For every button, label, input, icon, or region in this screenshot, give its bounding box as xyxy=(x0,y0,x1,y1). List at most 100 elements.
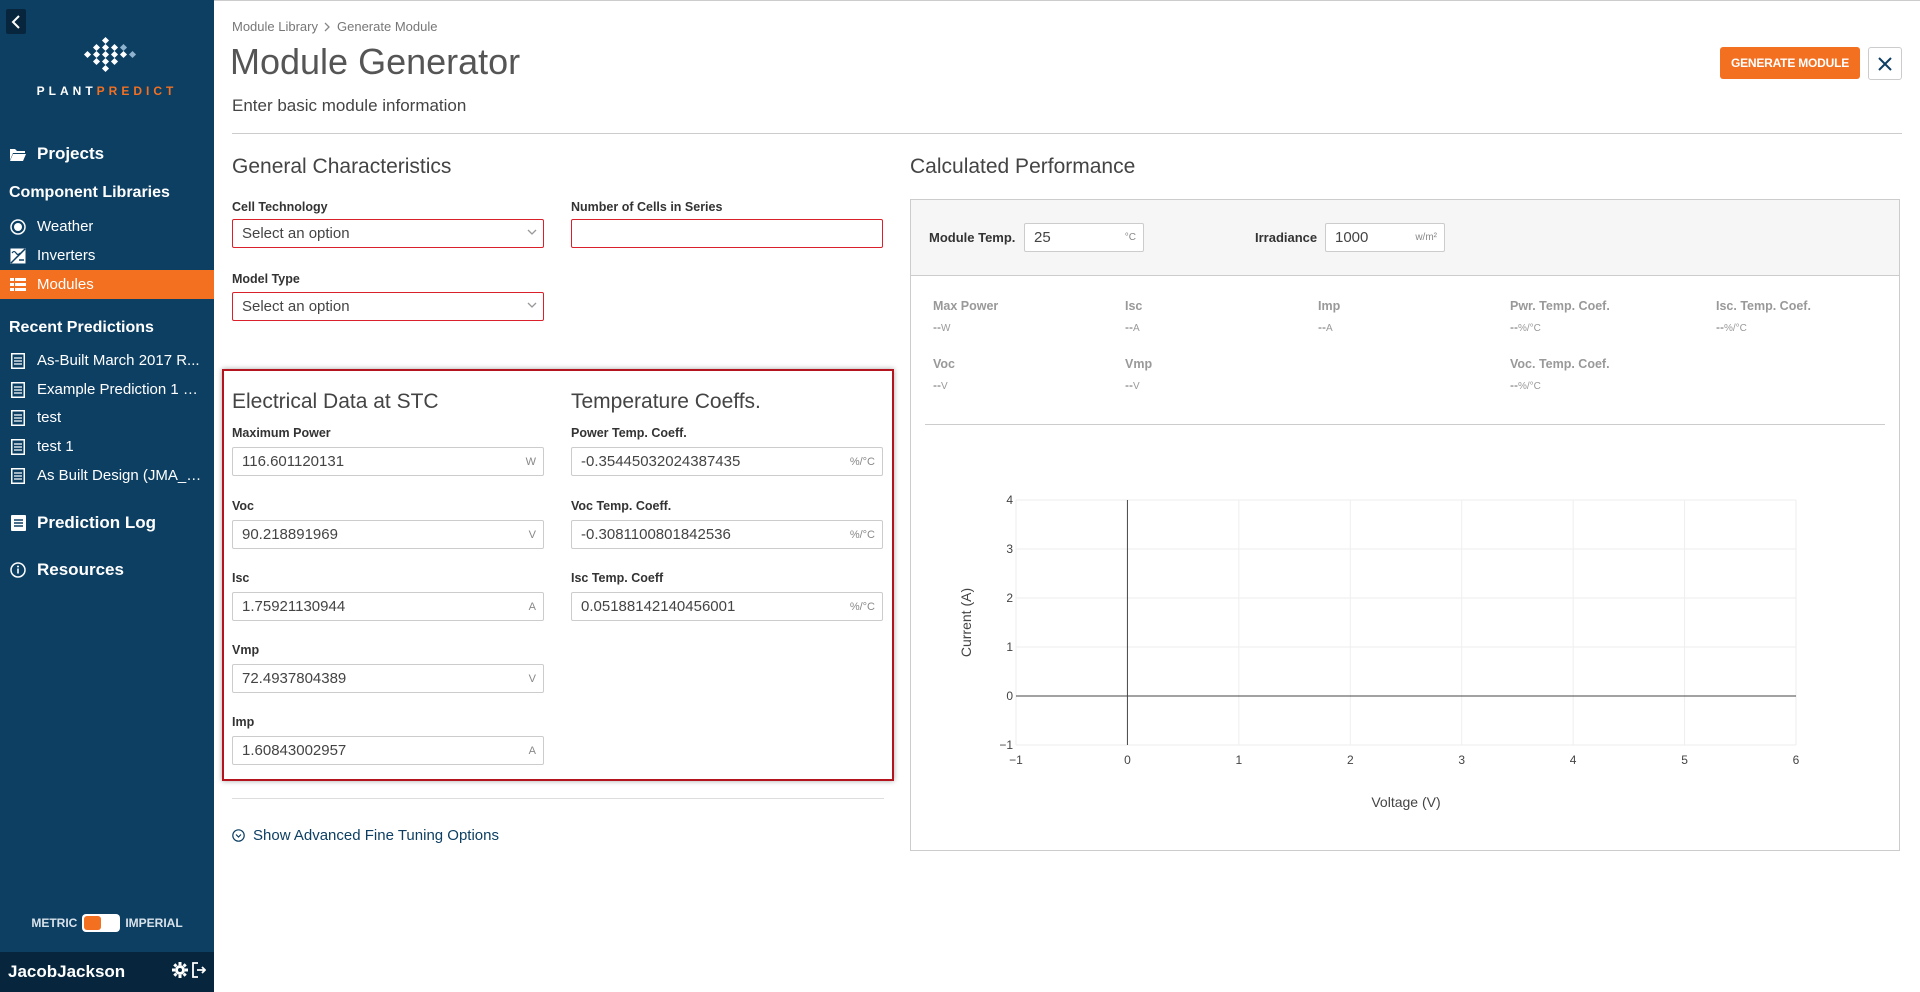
advanced-divider xyxy=(232,798,884,799)
voc-input[interactable]: 90.218891969 V xyxy=(232,520,544,549)
show-advanced-options-link[interactable]: Show Advanced Fine Tuning Options xyxy=(232,827,499,844)
chart-x-tick-label: 4 xyxy=(1570,753,1577,767)
imp-input[interactable]: 1.60843002957 A xyxy=(232,736,544,765)
chevron-left-icon xyxy=(11,14,20,29)
log-icon xyxy=(9,514,27,532)
recent-prediction-label: As Built Design (JMA_I... xyxy=(37,467,202,484)
max-power-value: 116.601120131 xyxy=(242,453,345,470)
page-subtitle: Enter basic module information xyxy=(232,96,467,115)
isc-temp-coeff-input[interactable]: 0.05188142140456001 %/°C xyxy=(571,592,883,621)
collapse-sidebar-button[interactable] xyxy=(6,9,26,34)
electrical-data-title: Electrical Data at STC xyxy=(232,390,439,413)
power-temp-coeff-value: -0.35445032024387435 xyxy=(581,453,741,470)
modules-icon xyxy=(9,276,27,294)
chart-y-tick-label: 1 xyxy=(1006,640,1013,654)
logo-text: PLANTPREDICT xyxy=(36,84,178,98)
recent-prediction-label: As-Built March 2017 R... xyxy=(37,352,200,369)
recent-prediction-item[interactable]: As-Built March 2017 R... xyxy=(0,346,214,375)
max-power-input[interactable]: 116.601120131 W xyxy=(232,447,544,476)
cells-in-series-input[interactable] xyxy=(571,219,883,248)
vmp-label: Vmp xyxy=(232,643,260,657)
recent-predictions-header: Recent Predictions xyxy=(9,319,154,336)
chart-x-tick-label: 5 xyxy=(1681,753,1688,767)
chart-y-tick-label: −1 xyxy=(999,738,1013,752)
vmp-unit: V xyxy=(528,673,536,685)
iv-curve-chart: −1 0 1 2 3 4 5 6 −1 0 1 2 3 4 Voltage (V) Current (A) xyxy=(958,493,1800,810)
nav-weather[interactable]: Weather xyxy=(0,212,214,241)
component-libraries-header: Component Libraries xyxy=(9,184,170,201)
power-temp-coeff-label: Power Temp. Coeff. xyxy=(571,426,687,440)
chevron-down-icon xyxy=(527,302,537,308)
cell-technology-select[interactable]: Select an option xyxy=(232,219,544,248)
cell-technology-value: Select an option xyxy=(242,225,350,242)
chart-x-tick-label: 3 xyxy=(1458,753,1465,767)
sidebar: PLANTPREDICT Projects Component Librarie… xyxy=(0,0,214,992)
nav-projects-label: Projects xyxy=(37,144,105,163)
chart-x-tick-label: 1 xyxy=(1236,753,1243,767)
nav-resources[interactable]: Resources xyxy=(0,556,214,584)
breadcrumb-module-library[interactable]: Module Library xyxy=(232,19,318,34)
isc-value: 1.75921130944 xyxy=(242,598,346,615)
page-title: Module Generator xyxy=(230,41,521,82)
gear-icon[interactable] xyxy=(172,961,188,983)
username: JacobJackson xyxy=(8,962,126,981)
recent-prediction-label: test 1 xyxy=(37,438,74,455)
chevron-down-icon xyxy=(527,229,537,235)
isc-label: Isc xyxy=(232,571,250,585)
power-temp-coeff-unit: %/°C xyxy=(849,456,875,468)
plantpredict-logo: PLANTPREDICT xyxy=(0,36,214,98)
nav-inverters[interactable]: Inverters xyxy=(0,241,214,270)
nav-prediction-log[interactable]: Prediction Log xyxy=(0,509,214,537)
voc-temp-coeff-value: -0.3081100801842536 xyxy=(581,526,731,543)
general-characteristics-title: General Characteristics xyxy=(232,155,452,178)
isc-unit: A xyxy=(528,601,536,613)
close-button[interactable] xyxy=(1868,47,1902,80)
temperature-coeffs-title: Temperature Coeffs. xyxy=(571,390,761,413)
chart-y-tick-label: 4 xyxy=(1006,493,1013,507)
chart-x-tick-label: 0 xyxy=(1124,753,1131,767)
breadcrumb: Module Library Generate Module xyxy=(232,19,437,34)
calculated-performance-title: Calculated Performance xyxy=(910,155,1136,178)
model-type-value: Select an option xyxy=(242,298,350,315)
document-icon xyxy=(9,409,27,427)
recent-prediction-item[interactable]: test xyxy=(0,403,214,432)
recent-prediction-item[interactable]: Example Prediction 1 - ... xyxy=(0,375,214,404)
isc-temp-coeff-value: 0.05188142140456001 xyxy=(581,598,736,615)
isc-temp-coeff-unit: %/°C xyxy=(849,601,875,613)
chart-x-axis-label: Voltage (V) xyxy=(1371,794,1440,810)
recent-prediction-label: test xyxy=(37,409,62,426)
model-type-label: Model Type xyxy=(232,272,300,286)
document-icon xyxy=(9,467,27,485)
chart-x-tick-label: 6 xyxy=(1793,753,1800,767)
imp-label: Imp xyxy=(232,715,255,729)
nav-prediction-log-label: Prediction Log xyxy=(37,513,156,532)
logout-icon[interactable] xyxy=(192,961,207,983)
imp-unit: A xyxy=(528,745,536,757)
close-icon xyxy=(1878,56,1892,71)
nav-modules-label: Modules xyxy=(37,276,94,293)
isc-temp-coeff-label: Isc Temp. Coeff xyxy=(571,571,664,585)
recent-prediction-item[interactable]: test 1 xyxy=(0,432,214,461)
performance-panel: Module Temp. 25 °C Irradiance 1000 w/m² … xyxy=(910,199,1900,851)
imp-value: 1.60843002957 xyxy=(242,742,347,759)
model-type-select[interactable]: Select an option xyxy=(232,292,544,321)
isc-input[interactable]: 1.75921130944 A xyxy=(232,592,544,621)
power-temp-coeff-input[interactable]: -0.35445032024387435 %/°C xyxy=(571,447,883,476)
nav-modules[interactable]: Modules xyxy=(0,270,214,299)
recent-prediction-label: Example Prediction 1 - ... xyxy=(37,381,202,398)
voc-temp-coeff-input[interactable]: -0.3081100801842536 %/°C xyxy=(571,520,883,549)
generate-module-button[interactable]: GENERATE MODULE xyxy=(1720,47,1860,79)
folder-open-icon xyxy=(9,145,27,163)
main-content: Module Library Generate Module Module Ge… xyxy=(214,0,1920,992)
vmp-input[interactable]: 72.4937804389 V xyxy=(232,664,544,693)
nav-weather-label: Weather xyxy=(37,218,94,235)
nav-resources-label: Resources xyxy=(37,560,124,579)
logo-icon xyxy=(83,36,137,73)
unit-toggle[interactable] xyxy=(82,914,121,932)
user-bar: JacobJackson xyxy=(0,952,214,992)
chart-y-tick-label: 2 xyxy=(1006,591,1013,605)
info-icon xyxy=(9,561,27,579)
nav-projects[interactable]: Projects xyxy=(0,140,214,168)
chevron-circle-down-icon xyxy=(232,829,245,842)
recent-prediction-item[interactable]: As Built Design (JMA_I... xyxy=(0,461,214,490)
